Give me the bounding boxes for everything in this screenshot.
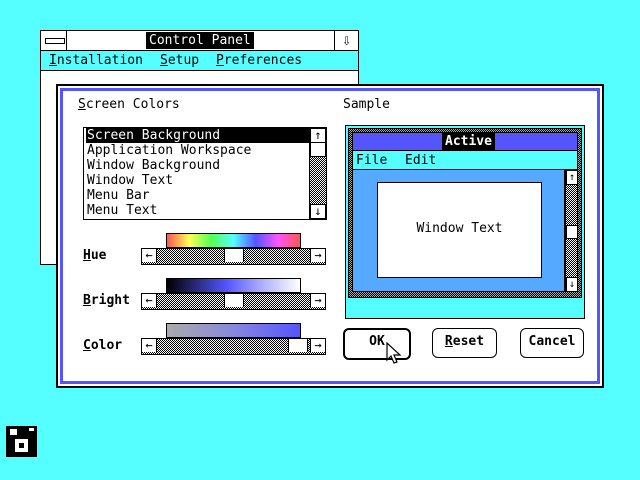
system-menu-icon[interactable] [41, 31, 67, 50]
minimize-arrow-icon[interactable]: ⇩ [334, 31, 358, 50]
hue-label: Hue [83, 248, 107, 263]
scroll-right-icon[interactable]: → [310, 249, 325, 262]
list-item[interactable]: Menu Text [86, 203, 309, 218]
mouse-pointer-icon [386, 342, 402, 364]
scroll-left-icon[interactable]: ← [142, 249, 157, 262]
hue-thumb[interactable] [224, 249, 244, 262]
bright-thumb[interactable] [224, 294, 244, 307]
sample-window: Window Text [377, 182, 542, 278]
floppy-disk-icon[interactable] [6, 426, 37, 457]
sample-titlebar: Active [352, 132, 578, 151]
bright-scrollbar[interactable]: ← → [141, 293, 326, 310]
reset-button[interactable]: Reset [432, 328, 497, 358]
menu-setup[interactable]: Setup [160, 53, 199, 68]
bright-swatch [166, 278, 301, 293]
sample-label: Sample [343, 97, 390, 112]
screen-colors-dialog: Screen Colors Screen Background Applicat… [56, 84, 604, 388]
dialog-frame: Screen Colors Screen Background Applicat… [60, 88, 600, 384]
bright-label: Bright [83, 293, 130, 308]
list-item[interactable]: Window Text [86, 173, 309, 188]
list-item[interactable]: Screen Background [86, 128, 309, 143]
menu-installation[interactable]: Installation [49, 53, 143, 68]
menu-preferences[interactable]: Preferences [216, 53, 302, 68]
list-item[interactable]: Menu Bar [86, 188, 309, 203]
scroll-down-icon[interactable]: ↓ [310, 204, 326, 219]
list-scrollbar[interactable]: ↑ ↓ [309, 128, 326, 219]
sample-workspace: Window Text [352, 170, 565, 292]
scroll-thumb[interactable] [310, 142, 326, 157]
sample-menu-file: File [356, 153, 388, 168]
scroll-left-icon[interactable]: ← [142, 339, 157, 352]
sample-scroll-thumb [566, 225, 578, 239]
sample-menubar: File Edit [352, 151, 578, 170]
sample-window-text: Window Text [416, 221, 503, 236]
sample-title: Active [442, 133, 495, 150]
window-title: Control Panel [146, 32, 254, 49]
list-item[interactable]: Application Workspace [86, 143, 309, 158]
hue-scrollbar[interactable]: ← → [141, 248, 326, 265]
scroll-left-icon[interactable]: ← [142, 294, 157, 307]
color-swatch [166, 323, 301, 338]
screen-colors-label: Screen Colors [78, 97, 180, 112]
color-thumb[interactable] [288, 339, 308, 352]
hue-swatch [166, 233, 301, 248]
sample-preview: Active File Edit Window Text ↑ ↓ [345, 125, 585, 319]
scroll-down-icon: ↓ [566, 277, 578, 292]
list-item[interactable]: Window Background [86, 158, 309, 173]
color-scrollbar[interactable]: ← → [141, 338, 326, 355]
scroll-right-icon[interactable]: → [310, 339, 325, 352]
scroll-up-icon: ↑ [566, 170, 578, 185]
cancel-button[interactable]: Cancel [520, 328, 584, 358]
scroll-right-icon[interactable]: → [310, 294, 325, 307]
scroll-up-icon[interactable]: ↑ [310, 128, 326, 143]
color-label: Color [83, 338, 123, 353]
control-panel-titlebar[interactable]: Control Panel ⇩ [41, 31, 358, 51]
sample-scrollbar: ↑ ↓ [565, 170, 578, 292]
control-panel-menubar: Installation Setup Preferences [41, 51, 358, 71]
screen-colors-listbox[interactable]: Screen Background Application Workspace … [83, 127, 327, 220]
sample-window-border: Active File Edit Window Text ↑ ↓ [348, 128, 582, 298]
sample-menu-edit: Edit [405, 153, 437, 168]
